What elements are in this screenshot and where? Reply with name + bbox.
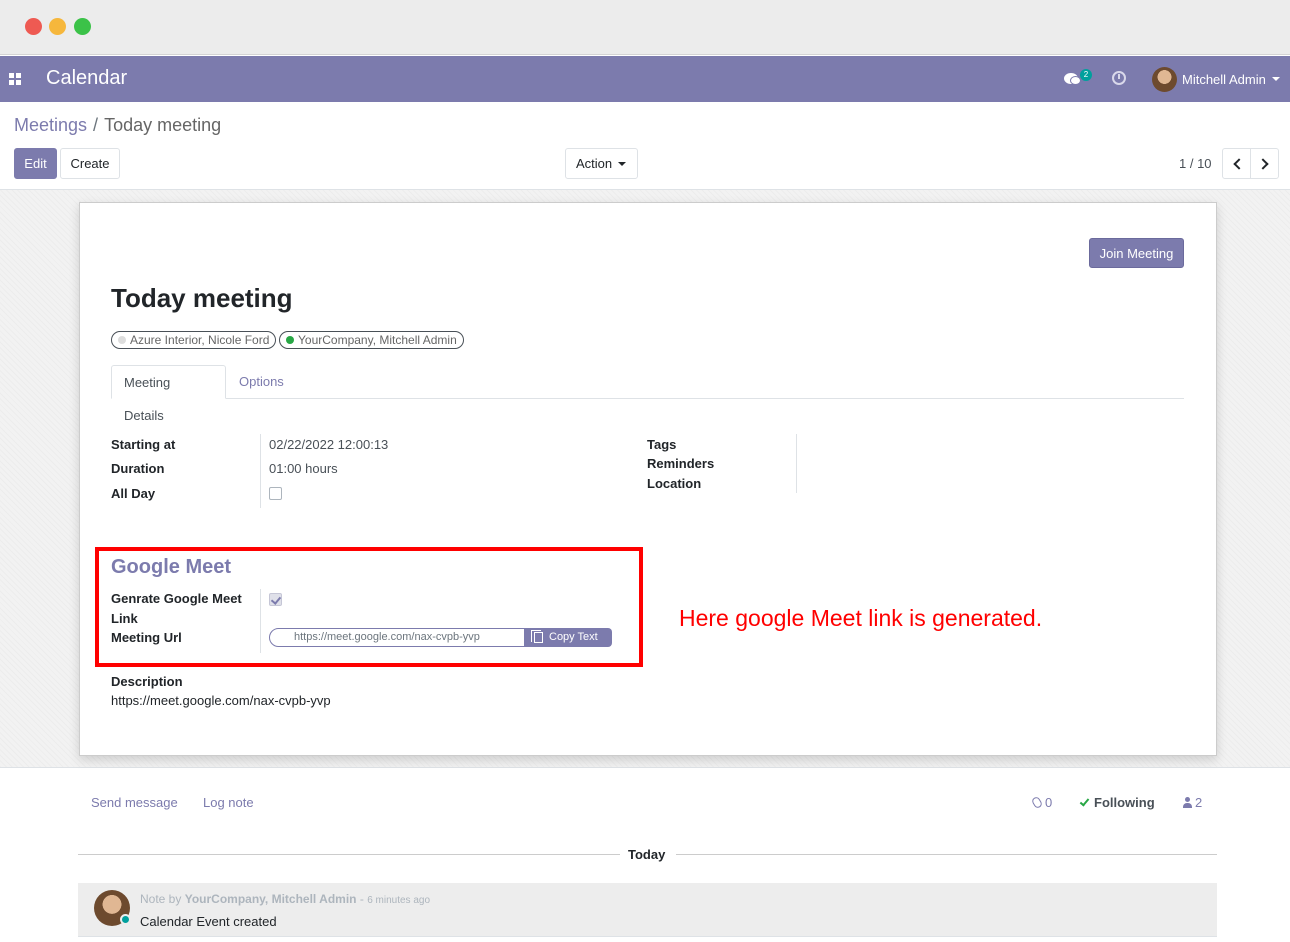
message-dash: - <box>359 892 364 906</box>
date-separator-label: Today <box>628 847 666 862</box>
join-meeting-button[interactable]: Join Meeting <box>1089 238 1184 268</box>
edit-button[interactable]: Edit <box>14 148 57 179</box>
activity-clock-icon[interactable] <box>1112 71 1126 85</box>
user-icon <box>1183 797 1192 808</box>
check-icon <box>1079 796 1090 807</box>
attendee-name: Azure Interior, Nicole Ford <box>130 333 270 347</box>
field-separator <box>260 434 261 508</box>
messaging-counter-badge: 2 <box>1080 69 1092 81</box>
all-day-label: All Day <box>111 486 156 501</box>
tab-meeting-details[interactable]: Meeting Details <box>111 365 226 423</box>
chatter-message: Note by YourCompany, Mitchell Admin - 6 … <box>78 883 1217 937</box>
followers-count: 2 <box>1195 795 1203 810</box>
tags-label: Tags <box>647 437 677 452</box>
highlight-box <box>95 547 643 667</box>
message-prefix: Note by <box>140 892 182 906</box>
caret-down-icon[interactable] <box>1272 77 1280 81</box>
minimize-window-button[interactable] <box>49 18 66 35</box>
maximize-window-button[interactable] <box>74 18 91 35</box>
form-tabs: Meeting Details Options <box>111 365 1184 423</box>
chevron-right-icon <box>1257 158 1269 170</box>
attendee-status-dot <box>286 336 294 344</box>
field-separator <box>796 434 797 493</box>
messaging-icon[interactable]: 2 <box>1064 69 1092 89</box>
close-window-button[interactable] <box>25 18 42 35</box>
followers-button[interactable]: 2 <box>1183 795 1202 810</box>
app-title[interactable]: Calendar <box>46 67 127 90</box>
create-button[interactable]: Create <box>60 148 120 179</box>
message-header: Note by YourCompany, Mitchell Admin - 6 … <box>140 892 430 906</box>
date-divider-line <box>676 854 1217 855</box>
online-status-dot <box>120 914 131 925</box>
message-body: Calendar Event created <box>140 914 277 929</box>
annotation-text: Here google Meet link is generated. <box>679 605 1043 631</box>
breadcrumb: Meetings / Today meeting <box>14 115 221 136</box>
tab-options[interactable]: Options <box>227 365 296 399</box>
breadcrumb-current: Today meeting <box>104 115 222 135</box>
reminders-label: Reminders <box>647 456 715 471</box>
attendee-tag[interactable]: YourCompany, Mitchell Admin <box>279 331 464 349</box>
attendee-status-dot <box>118 336 126 344</box>
attendee-tag[interactable]: Azure Interior, Nicole Ford <box>111 331 277 349</box>
all-day-checkbox[interactable] <box>269 487 282 500</box>
attachments-count: 0 <box>1045 795 1053 810</box>
window-titlebar <box>0 0 1290 55</box>
pager-value[interactable]: 1 / 10 <box>1179 156 1212 171</box>
breadcrumb-meetings-link[interactable]: Meetings <box>14 115 87 135</box>
starting-at-value: 02/22/2022 12:00:13 <box>269 437 389 452</box>
record-title: Today meeting <box>111 283 293 313</box>
chevron-left-icon <box>1233 158 1245 170</box>
date-divider-line <box>78 854 620 855</box>
top-navbar: Calendar 2 Mitchell Admin <box>0 56 1290 102</box>
attendee-name: YourCompany, Mitchell Admin <box>298 333 457 347</box>
following-label: Following <box>1094 795 1155 810</box>
action-dropdown-button[interactable]: Action <box>565 148 638 179</box>
breadcrumb-separator: / <box>93 115 99 135</box>
pager-next-button[interactable] <box>1250 148 1279 179</box>
pager-previous-button[interactable] <box>1222 148 1251 179</box>
duration-value: 01:00 hours <box>269 461 338 476</box>
message-author[interactable]: YourCompany, Mitchell Admin <box>185 892 357 906</box>
action-label: Action <box>576 156 613 171</box>
caret-down-icon <box>618 162 626 166</box>
duration-label: Duration <box>111 461 165 476</box>
description-value[interactable]: https://meet.google.com/nax-cvpb-yvp <box>111 693 331 708</box>
location-label: Location <box>647 476 702 491</box>
user-avatar[interactable] <box>1152 67 1177 92</box>
paperclip-icon <box>1030 795 1044 810</box>
description-label: Description <box>111 674 183 689</box>
user-menu-name[interactable]: Mitchell Admin <box>1182 72 1266 87</box>
apps-menu-icon[interactable] <box>9 73 21 85</box>
log-note-button[interactable]: Log note <box>203 795 254 810</box>
attachments-button[interactable]: 0 <box>1030 795 1053 810</box>
send-message-button[interactable]: Send message <box>91 795 178 810</box>
message-time: 6 minutes ago <box>367 895 431 906</box>
following-button[interactable]: Following <box>1079 795 1155 810</box>
starting-at-label: Starting at <box>111 437 176 452</box>
